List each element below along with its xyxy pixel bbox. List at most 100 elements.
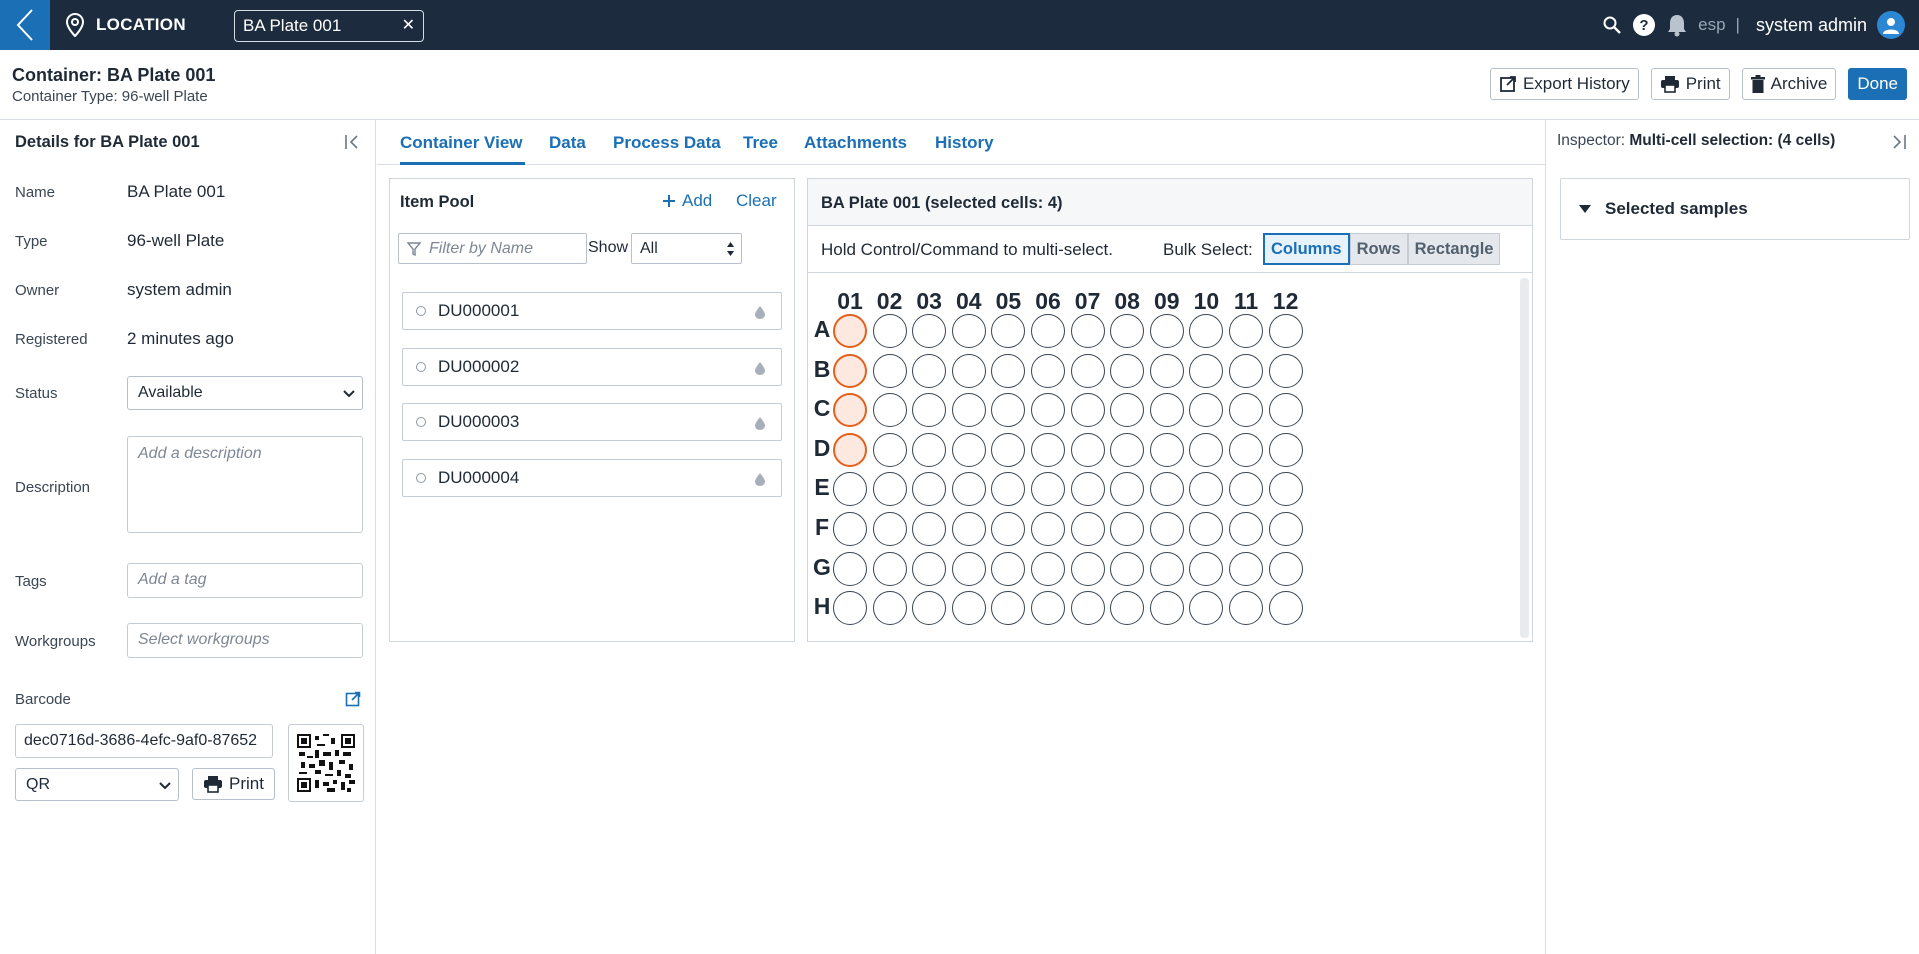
tags-input[interactable]: Add a tag [127, 563, 363, 598]
add-item-button[interactable]: Add [662, 191, 712, 211]
row-header[interactable]: F [813, 514, 831, 541]
location-nav[interactable]: LOCATION [66, 0, 186, 50]
well-B03[interactable] [912, 353, 947, 388]
description-textarea[interactable]: Add a description [127, 436, 363, 533]
well-G03[interactable] [912, 551, 947, 586]
well-H10[interactable] [1189, 591, 1224, 626]
well-H05[interactable] [991, 591, 1026, 626]
status-select[interactable]: Available [127, 376, 363, 410]
well-C08[interactable] [1110, 393, 1145, 428]
well-D06[interactable] [1031, 432, 1065, 467]
well-B09[interactable] [1149, 353, 1184, 388]
bulk-rectangle-button[interactable]: Rectangle [1407, 233, 1501, 265]
well-B06[interactable] [1031, 353, 1065, 388]
well-A02[interactable] [872, 314, 907, 348]
well-D01[interactable] [833, 432, 867, 467]
column-header[interactable]: 05 [990, 288, 1026, 315]
bulk-columns-button[interactable]: Columns [1263, 233, 1350, 265]
well-E08[interactable] [1110, 472, 1145, 507]
well-A12[interactable] [1268, 314, 1303, 348]
well-G09[interactable] [1149, 551, 1184, 586]
well-H11[interactable] [1229, 591, 1263, 626]
search-icon[interactable] [1602, 15, 1622, 35]
column-header[interactable]: 12 [1268, 288, 1304, 315]
archive-button[interactable]: Archive [1741, 68, 1837, 100]
export-history-button[interactable]: Export History [1489, 68, 1639, 100]
row-header[interactable]: C [813, 395, 831, 422]
well-A06[interactable] [1031, 314, 1065, 348]
external-link-icon[interactable] [345, 691, 361, 707]
row-header[interactable]: B [813, 356, 831, 383]
well-C06[interactable] [1031, 393, 1065, 428]
well-E05[interactable] [991, 472, 1026, 507]
well-C07[interactable] [1070, 393, 1105, 428]
clear-button[interactable]: Clear [736, 191, 777, 211]
well-H04[interactable] [951, 591, 986, 626]
well-H06[interactable] [1031, 591, 1065, 626]
well-H12[interactable] [1268, 591, 1303, 626]
show-select[interactable]: All [631, 233, 742, 264]
tab-tree[interactable]: Tree [743, 133, 778, 153]
well-A01[interactable] [833, 314, 867, 348]
well-H03[interactable] [912, 591, 947, 626]
well-A05[interactable] [991, 314, 1026, 348]
workgroups-input[interactable]: Select workgroups [127, 623, 363, 658]
column-header[interactable]: 03 [911, 288, 947, 315]
well-D05[interactable] [991, 432, 1026, 467]
row-header[interactable]: H [813, 593, 831, 620]
row-header[interactable]: G [813, 554, 831, 581]
well-G11[interactable] [1229, 551, 1263, 586]
tab-history[interactable]: History [935, 133, 994, 153]
well-C10[interactable] [1189, 393, 1224, 428]
bulk-rows-button[interactable]: Rows [1349, 233, 1408, 265]
well-E10[interactable] [1189, 472, 1224, 507]
well-G05[interactable] [991, 551, 1026, 586]
well-D10[interactable] [1189, 432, 1224, 467]
well-A11[interactable] [1229, 314, 1263, 348]
column-header[interactable]: 07 [1070, 288, 1106, 315]
well-F11[interactable] [1229, 512, 1263, 546]
well-F04[interactable] [951, 512, 986, 546]
well-D03[interactable] [912, 432, 947, 467]
well-C11[interactable] [1229, 393, 1263, 428]
well-D11[interactable] [1229, 432, 1263, 467]
well-E07[interactable] [1070, 472, 1105, 507]
well-H09[interactable] [1149, 591, 1184, 626]
well-G04[interactable] [951, 551, 986, 586]
well-F12[interactable] [1268, 512, 1303, 546]
back-button[interactable] [0, 0, 50, 50]
well-D12[interactable] [1268, 432, 1303, 467]
well-G06[interactable] [1031, 551, 1065, 586]
tab-data[interactable]: Data [549, 133, 586, 153]
column-header[interactable]: 09 [1149, 288, 1185, 315]
well-E03[interactable] [912, 472, 947, 507]
well-C05[interactable] [991, 393, 1026, 428]
well-C03[interactable] [912, 393, 947, 428]
well-F08[interactable] [1110, 512, 1145, 546]
well-F03[interactable] [912, 512, 947, 546]
tab-attachments[interactable]: Attachments [804, 133, 907, 153]
column-header[interactable]: 11 [1228, 288, 1264, 315]
well-F06[interactable] [1031, 512, 1065, 546]
tab-container-view[interactable]: Container View [400, 133, 523, 153]
well-B02[interactable] [872, 353, 907, 388]
well-C04[interactable] [951, 393, 986, 428]
well-A04[interactable] [951, 314, 986, 348]
collapse-left-icon[interactable] [344, 134, 360, 150]
well-D04[interactable] [951, 432, 986, 467]
well-C01[interactable] [833, 393, 867, 428]
well-C12[interactable] [1268, 393, 1303, 428]
row-header[interactable]: D [813, 435, 831, 462]
column-header[interactable]: 02 [872, 288, 908, 315]
done-button[interactable]: Done [1848, 68, 1907, 100]
well-G02[interactable] [872, 551, 907, 586]
well-C02[interactable] [872, 393, 907, 428]
well-D08[interactable] [1110, 432, 1145, 467]
well-G07[interactable] [1070, 551, 1105, 586]
well-E04[interactable] [951, 472, 986, 507]
well-D09[interactable] [1149, 432, 1184, 467]
barcode-field[interactable]: dec0716d-3686-4efc-9af0-87652 [15, 724, 273, 758]
barcode-type-select[interactable]: QR [15, 768, 179, 801]
well-E09[interactable] [1149, 472, 1184, 507]
well-A09[interactable] [1149, 314, 1184, 348]
